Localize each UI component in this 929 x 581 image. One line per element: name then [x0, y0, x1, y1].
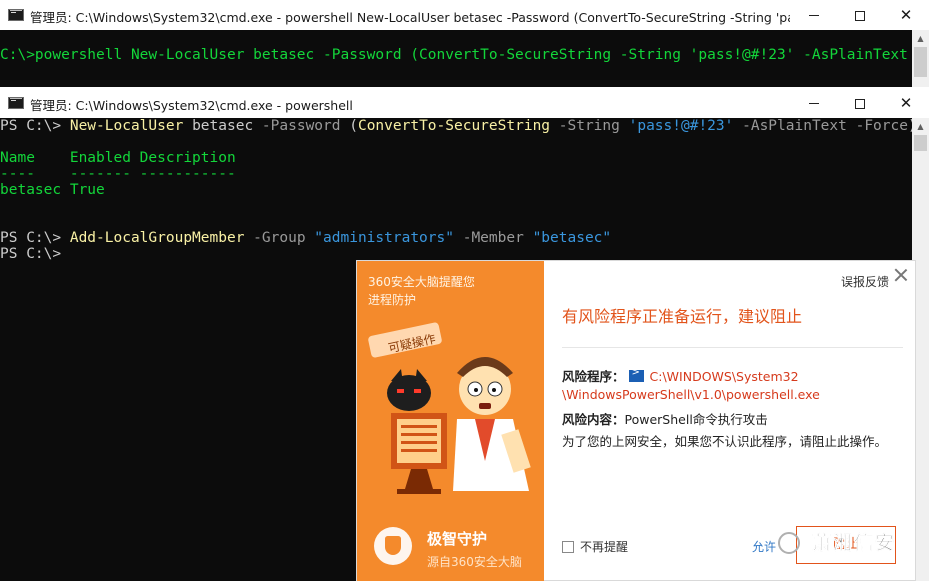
checkbox-icon[interactable]	[562, 541, 574, 553]
risk-program-row: 风险程序： C:\WINDOWS\System32	[562, 366, 799, 385]
prompt: PS C:\>	[0, 118, 70, 134]
close-icon[interactable]	[893, 267, 909, 283]
maximize-button[interactable]	[837, 0, 883, 30]
window-title: 管理员: C:\Windows\System32\cmd.exe - power…	[30, 10, 790, 25]
dont-remind-label: 不再提醒	[580, 540, 629, 554]
string-literal: "administrators"	[314, 230, 454, 246]
risk-content-row: 风险内容：PowerShell命令执行攻击	[562, 409, 768, 428]
false-positive-feedback-link[interactable]: 误报反馈	[841, 273, 889, 290]
cmd-icon	[8, 97, 24, 109]
risk-program-row-cont: \WindowsPowerShell\v1.0\powershell.exe	[562, 387, 820, 402]
minimize-icon	[809, 15, 819, 16]
brand-source: 源自360安全大脑	[427, 555, 522, 569]
parameter: -Password	[261, 118, 341, 134]
minimize-icon	[809, 103, 819, 104]
scroll-up-arrow-icon[interactable]: ▲	[912, 118, 929, 135]
scrollbar-thumb[interactable]	[914, 135, 927, 151]
risk-program-label: 风险程序：	[562, 369, 625, 384]
console-output[interactable]: C:\>powershell New-LocalUser betasec -Pa…	[0, 30, 912, 87]
window-title: 管理员: C:\Windows\System32\cmd.exe - power…	[30, 98, 353, 113]
minimize-button[interactable]	[791, 0, 837, 30]
prompt: PS C:\>	[0, 246, 62, 262]
title-bar[interactable]: 管理员: C:\Windows\System32\cmd.exe - power…	[0, 0, 929, 30]
console-line-command2: PS C:\> Add-LocalGroupMember -Group "adm…	[0, 230, 611, 246]
cmdlet: ConvertTo-SecureString	[357, 118, 551, 134]
cmdlet: Add-LocalGroupMember	[69, 230, 245, 246]
alarm-illustration-icon: 可疑操作	[368, 322, 531, 494]
risk-program-path-cont: \WindowsPowerShell\v1.0\powershell.exe	[562, 387, 820, 402]
cmdlet: New-LocalUser	[69, 118, 184, 134]
alert-headline: 有风险程序正准备运行，建议阻止	[562, 307, 803, 326]
close-button[interactable]: ✕	[883, 88, 929, 118]
title-bar[interactable]: 管理员: C:\Windows\System32\cmd.exe - power…	[0, 88, 929, 118]
minimize-button[interactable]	[791, 88, 837, 118]
maximize-icon	[855, 10, 865, 21]
maximize-button[interactable]	[837, 88, 883, 118]
watermark-text: 萧湘信安	[812, 532, 897, 555]
parameter: -AsPlainText -Force	[733, 118, 908, 134]
scrollbar-thumb[interactable]	[914, 47, 927, 77]
risk-content-label: 风险内容：	[562, 412, 625, 427]
advice-text: 为了您的上网安全，如果您不认识此程序，请阻止此操作。	[562, 434, 888, 449]
cmd-icon	[8, 9, 24, 21]
paren: (	[340, 118, 358, 134]
string-literal: "betasec"	[532, 230, 612, 246]
alert-brand-panel: 360安全大脑提醒您 进程防护 可疑操作 极智守护 源自360安全大脑	[357, 261, 544, 581]
brand-line2: 进程防护	[368, 293, 417, 307]
parameter: -Member	[453, 230, 533, 246]
maximize-icon	[855, 98, 865, 109]
divider	[562, 347, 903, 348]
brand-line1: 360安全大脑提醒您	[368, 275, 475, 289]
scrollbar[interactable]: ▲	[912, 30, 929, 87]
powershell-icon	[628, 367, 644, 382]
dont-remind-checkbox[interactable]: 不再提醒	[562, 538, 628, 555]
wechat-icon	[778, 532, 800, 554]
parameter: -Group	[244, 230, 315, 246]
table-row: betasec True	[0, 182, 105, 198]
table-header: Name Enabled Description	[0, 150, 236, 166]
console-line: C:\>powershell New-LocalUser betasec -Pa…	[0, 47, 912, 63]
table-divider: ---- ------- -----------	[0, 166, 236, 182]
brand-name: 极智守护	[427, 530, 488, 548]
string-literal: 'pass!@#!23'	[628, 118, 734, 134]
shield-icon	[374, 527, 412, 565]
close-button[interactable]: ✕	[883, 0, 929, 30]
allow-link[interactable]: 允许	[752, 538, 776, 555]
cmd-window-background[interactable]: 管理员: C:\Windows\System32\cmd.exe - power…	[0, 0, 929, 87]
risk-program-path: C:\WINDOWS\System32	[649, 369, 799, 384]
prompt: PS C:\>	[0, 230, 70, 246]
watermark: 萧湘信安	[778, 528, 913, 558]
parameter: -String	[550, 118, 629, 134]
console-line-command1: PS C:\> New-LocalUser betasec -Password …	[0, 118, 912, 134]
argument: betasec	[183, 118, 262, 134]
scroll-up-arrow-icon[interactable]: ▲	[912, 30, 929, 47]
risk-content-value: PowerShell命令执行攻击	[624, 412, 768, 427]
